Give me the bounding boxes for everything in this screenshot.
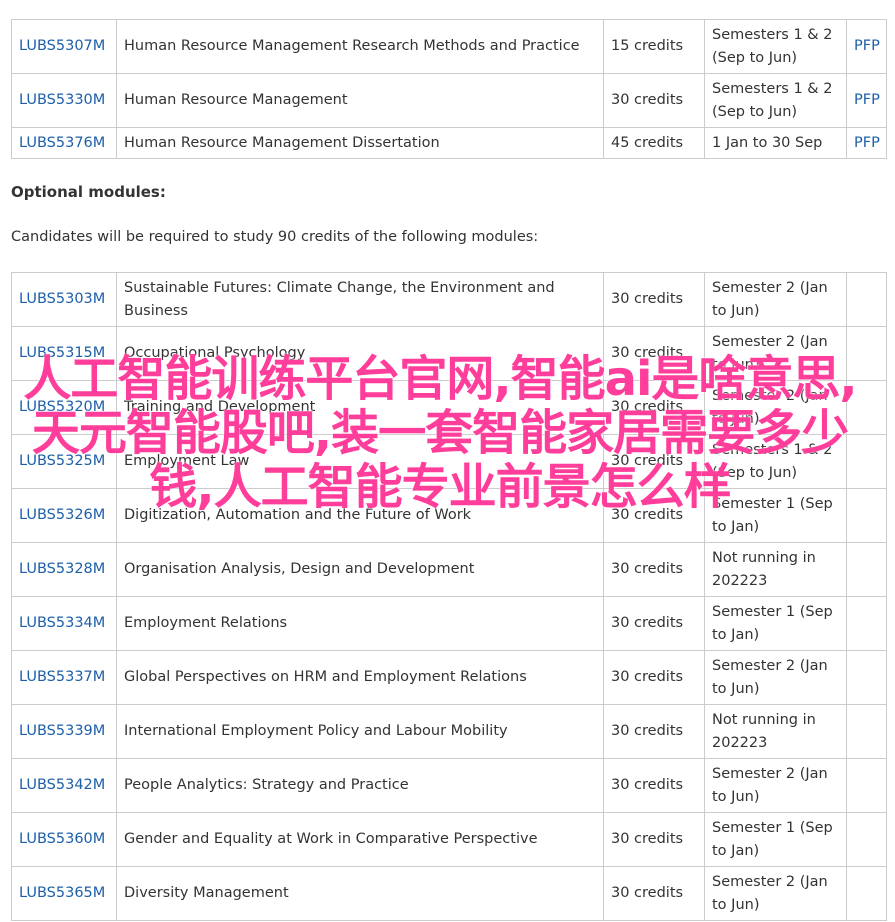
table-row: LUBS5360M Gender and Equality at Work in… [11, 812, 887, 867]
empty-cell [846, 704, 887, 759]
module-credits: 30 credits [603, 73, 705, 128]
empty-cell [846, 650, 887, 705]
module-semester: Semesters 1 & 2 (Sep to Jun) [704, 19, 847, 74]
module-credits: 15 credits [603, 19, 705, 74]
table-row: LUBS5339M International Employment Polic… [11, 704, 887, 759]
module-credits: 30 credits [603, 488, 705, 543]
module-code-link[interactable]: LUBS5330M [19, 92, 105, 108]
module-credits: 30 credits [603, 758, 705, 813]
table-row: LUBS5325M Employment Law 30 credits Seme… [11, 434, 887, 489]
module-code-link[interactable]: LUBS5360M [19, 831, 105, 847]
table-row: LUBS5334M Employment Relations 30 credit… [11, 596, 887, 651]
module-semester: Not running in 202223 [704, 704, 847, 759]
module-semester: Semester 2 (Jan to Jun) [704, 380, 847, 435]
module-semester: Semester 2 (Jan to Jun) [704, 866, 847, 921]
empty-cell [846, 434, 887, 489]
module-credits: 30 credits [603, 542, 705, 597]
module-code-link[interactable]: LUBS5365M [19, 885, 105, 901]
module-semester: Semester 2 (Jan to Jun) [704, 650, 847, 705]
module-code-link[interactable]: LUBS5328M [19, 561, 105, 577]
module-credits: 30 credits [603, 866, 705, 921]
module-semester: Semesters 1 & 2 (Sep to Jun) [704, 434, 847, 489]
pfp-link[interactable]: PFP [854, 92, 880, 108]
module-title: Diversity Management [116, 866, 604, 921]
module-title: Human Resource Management Dissertation [116, 127, 604, 159]
table-row: LUBS5330M Human Resource Management 30 c… [11, 73, 887, 128]
module-credits: 45 credits [603, 127, 705, 159]
table-row: LUBS5315M Occupational Psychology 30 cre… [11, 326, 887, 381]
table-row: LUBS5337M Global Perspectives on HRM and… [11, 650, 887, 705]
empty-cell [846, 326, 887, 381]
module-code-link[interactable]: LUBS5325M [19, 453, 105, 469]
module-title: People Analytics: Strategy and Practice [116, 758, 604, 813]
table-row: LUBS5376M Human Resource Management Diss… [11, 127, 887, 159]
table-row: LUBS5303M Sustainable Futures: Climate C… [11, 272, 887, 327]
module-credits: 30 credits [603, 434, 705, 489]
module-title: Gender and Equality at Work in Comparati… [116, 812, 604, 867]
optional-modules-table: LUBS5303M Sustainable Futures: Climate C… [11, 272, 887, 921]
module-semester: 1 Jan to 30 Sep [704, 127, 847, 159]
empty-cell [846, 812, 887, 867]
module-code-link[interactable]: LUBS5315M [19, 345, 105, 361]
empty-cell [846, 380, 887, 435]
module-semester: Semester 1 (Sep to Jan) [704, 812, 847, 867]
module-title: Employment Relations [116, 596, 604, 651]
module-title: Human Resource Management [116, 73, 604, 128]
module-semester: Not running in 202223 [704, 542, 847, 597]
module-semester: Semester 1 (Sep to Jan) [704, 488, 847, 543]
module-credits: 30 credits [603, 812, 705, 867]
table-row: LUBS5307M Human Resource Management Rese… [11, 19, 887, 74]
module-credits: 30 credits [603, 596, 705, 651]
module-title: Employment Law [116, 434, 604, 489]
module-credits: 30 credits [603, 380, 705, 435]
pfp-link[interactable]: PFP [854, 38, 880, 54]
module-title: Training and Development [116, 380, 604, 435]
table-row: LUBS5328M Organisation Analysis, Design … [11, 542, 887, 597]
empty-cell [846, 758, 887, 813]
pfp-link[interactable]: PFP [854, 135, 880, 151]
module-semester: Semester 2 (Jan to Jun) [704, 758, 847, 813]
module-credits: 30 credits [603, 272, 705, 327]
module-title: Global Perspectives on HRM and Employmen… [116, 650, 604, 705]
empty-cell [846, 542, 887, 597]
module-code-link[interactable]: LUBS5342M [19, 777, 105, 793]
module-code-link[interactable]: LUBS5334M [19, 615, 105, 631]
module-code-link[interactable]: LUBS5376M [19, 135, 105, 151]
empty-cell [846, 272, 887, 327]
module-title: International Employment Policy and Labo… [116, 704, 604, 759]
module-title: Digitization, Automation and the Future … [116, 488, 604, 543]
optional-modules-description: Candidates will be required to study 90 … [11, 229, 539, 245]
module-title: Human Resource Management Research Metho… [116, 19, 604, 74]
module-semester: Semesters 1 & 2 (Sep to Jun) [704, 73, 847, 128]
module-code-link[interactable]: LUBS5339M [19, 723, 105, 739]
empty-cell [846, 488, 887, 543]
module-title: Organisation Analysis, Design and Develo… [116, 542, 604, 597]
module-semester: Semester 1 (Sep to Jan) [704, 596, 847, 651]
table-row: LUBS5342M People Analytics: Strategy and… [11, 758, 887, 813]
module-code-link[interactable]: LUBS5307M [19, 38, 105, 54]
module-code-link[interactable]: LUBS5303M [19, 291, 105, 307]
module-code-link[interactable]: LUBS5320M [19, 399, 105, 415]
empty-cell [846, 866, 887, 921]
empty-cell [846, 596, 887, 651]
module-title: Occupational Psychology [116, 326, 604, 381]
module-title: Sustainable Futures: Climate Change, the… [116, 272, 604, 327]
module-semester: Semester 2 (Jan to Jun) [704, 272, 847, 327]
compulsory-modules-table: LUBS5307M Human Resource Management Rese… [11, 19, 887, 159]
module-code-link[interactable]: LUBS5337M [19, 669, 105, 685]
module-code-link[interactable]: LUBS5326M [19, 507, 105, 523]
module-semester: Semester 2 (Jan to Jun) [704, 326, 847, 381]
module-credits: 30 credits [603, 704, 705, 759]
optional-modules-heading: Optional modules: [11, 183, 166, 201]
table-row: LUBS5326M Digitization, Automation and t… [11, 488, 887, 543]
table-row: LUBS5365M Diversity Management 30 credit… [11, 866, 887, 921]
module-credits: 30 credits [603, 326, 705, 381]
table-row: LUBS5320M Training and Development 30 cr… [11, 380, 887, 435]
module-credits: 30 credits [603, 650, 705, 705]
